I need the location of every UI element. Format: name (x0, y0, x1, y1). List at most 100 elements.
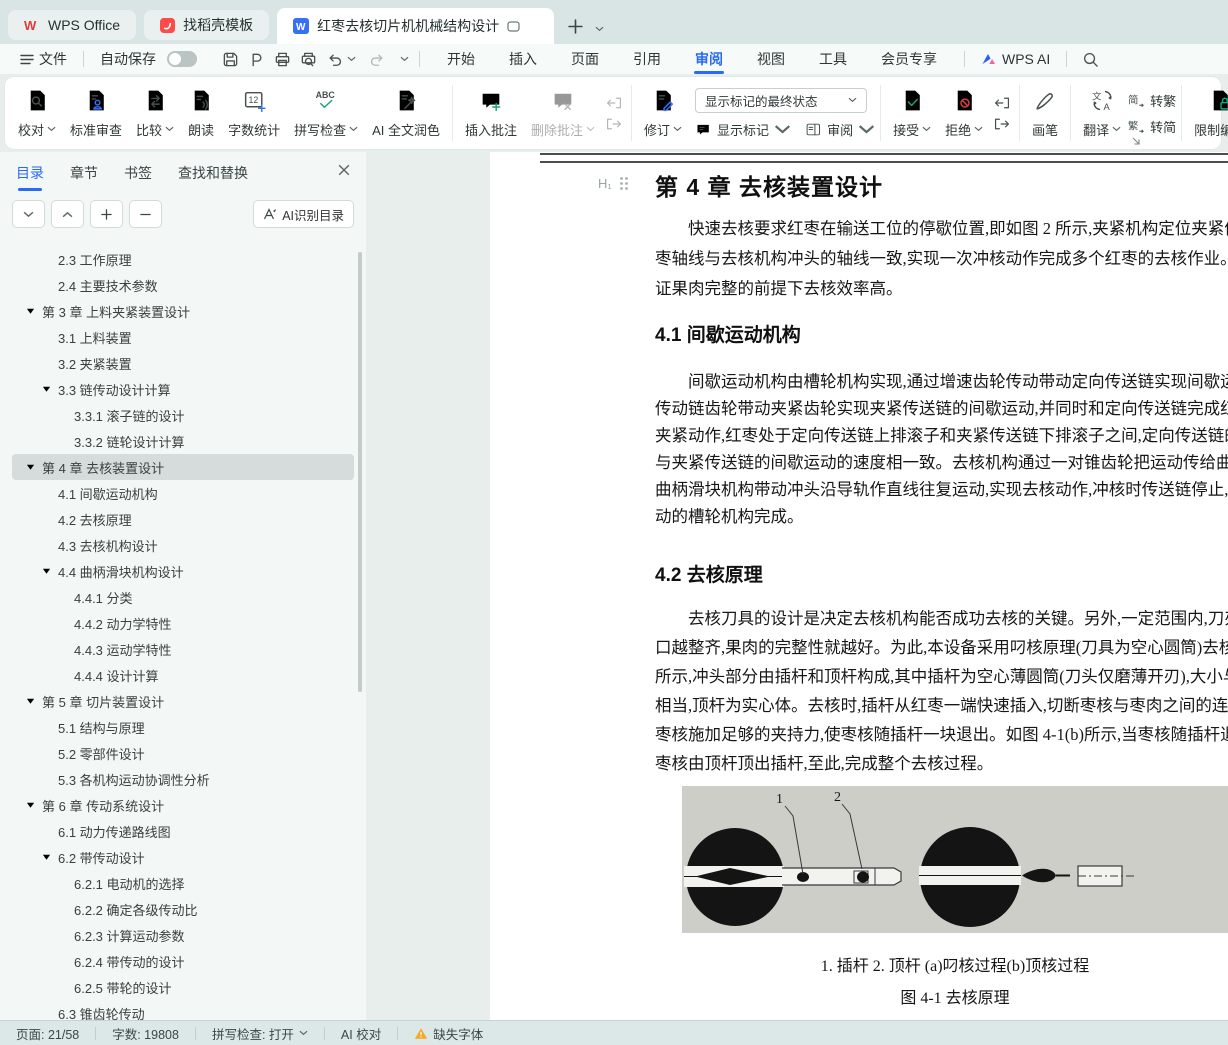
autosave-toggle[interactable] (167, 51, 197, 67)
quickbar-more-icon[interactable] (400, 56, 409, 62)
accept-change-button[interactable]: 接受 (886, 81, 938, 145)
sidebar-scrollbar[interactable] (358, 252, 362, 692)
sidebar-tab-find-replace[interactable]: 查找和替换 (178, 159, 248, 187)
track-changes-button[interactable]: 修订 (637, 81, 689, 145)
show-markup-button[interactable]: 显示标记 (695, 120, 791, 139)
collapse-arrow-icon[interactable] (26, 307, 35, 315)
reject-change-button[interactable]: 拒绝 (938, 81, 990, 145)
to-simplified-button[interactable]: 繁 转简 (1128, 117, 1176, 136)
spellcheck-indicator[interactable]: 拼写检查: 打开 (210, 1024, 310, 1043)
toc-item[interactable]: 6.1 动力传递路线图 (12, 818, 354, 844)
tab-home[interactable]: 开始 (430, 44, 492, 74)
toc-item[interactable]: 4.4.3 运动学特性 (12, 636, 354, 662)
undo-button[interactable] (321, 47, 347, 71)
tab-membership[interactable]: 会员专享 (864, 44, 954, 74)
toc-item[interactable]: 6.2.5 带轮的设计 (12, 974, 354, 1000)
toc-item[interactable]: 6.2 带传动设计 (12, 844, 354, 870)
drag-handle-icon[interactable] (619, 176, 629, 191)
toc-item-selected[interactable]: 第 4 章 去核装置设计 (12, 454, 354, 480)
toc-item[interactable]: 3.1 上料装置 (12, 324, 354, 350)
file-menu[interactable]: 文件 (14, 49, 73, 69)
tab-close-icon[interactable] (528, 21, 538, 31)
word-count-button[interactable]: 12 字数统计 (221, 81, 287, 145)
print-preview-button[interactable] (295, 47, 321, 71)
ink-pen-button[interactable]: 画笔 (1025, 81, 1065, 145)
compare-button[interactable]: 比较 (129, 81, 181, 145)
toc-item[interactable]: 6.2.4 带传动的设计 (12, 948, 354, 974)
toc-item[interactable]: 第 6 章 传动系统设计 (12, 792, 354, 818)
ribbon-expand-icon[interactable] (1131, 136, 1141, 146)
ai-recognize-toc-button[interactable]: AI识别目录 (253, 200, 354, 228)
sidebar-tab-bookmarks[interactable]: 书签 (124, 159, 152, 187)
collapse-arrow-icon[interactable] (26, 801, 35, 809)
markup-state-dropdown[interactable]: 显示标记的最终状态 (695, 87, 868, 113)
proofread-button[interactable]: 校对 (11, 81, 63, 145)
toc-item[interactable]: 第 3 章 上料夹紧装置设计 (12, 298, 354, 324)
toc-item[interactable]: 2.4 主要技术参数 (12, 272, 354, 298)
collapse-arrow-icon[interactable] (42, 853, 51, 861)
toc-item[interactable]: 4.4.1 分类 (12, 584, 354, 610)
tab-tools[interactable]: 工具 (802, 44, 864, 74)
autosave-control[interactable]: 自动保存 (94, 49, 203, 69)
toc-item[interactable]: 第 5 章 切片装置设计 (12, 688, 354, 714)
sidebar-tab-sections[interactable]: 章节 (70, 159, 98, 187)
tab-insert[interactable]: 插入 (492, 44, 554, 74)
tab-view[interactable]: 视图 (740, 44, 802, 74)
ai-polish-button[interactable]: AI 全文润色 (365, 81, 447, 145)
insert-comment-button[interactable]: 插入批注 (458, 81, 524, 145)
toc-item[interactable]: 6.2.1 电动机的选择 (12, 870, 354, 896)
tab-reference[interactable]: 引用 (616, 44, 678, 74)
docer-template-tab[interactable]: 找稻壳模板 (144, 10, 270, 40)
toc-expand-all-button[interactable] (12, 200, 45, 228)
collapse-arrow-icon[interactable] (26, 697, 35, 705)
previous-comment-icon[interactable] (606, 97, 622, 109)
review-pane-button[interactable]: 审阅 (805, 120, 875, 139)
ai-proofread-indicator[interactable]: AI 校对 (339, 1024, 383, 1043)
restrict-editing-button[interactable]: 限制编辑 (1187, 81, 1228, 145)
toc-item[interactable]: 4.4 曲柄滑块机构设计 (12, 558, 354, 584)
toc-item[interactable]: 5.2 零部件设计 (12, 740, 354, 766)
toc-item[interactable]: 4.3 去核机构设计 (12, 532, 354, 558)
tab-page[interactable]: 页面 (554, 44, 616, 74)
toc-item[interactable]: 6.2.2 确定各级传动比 (12, 896, 354, 922)
collapse-arrow-icon[interactable] (42, 567, 51, 575)
print-button[interactable] (269, 47, 295, 71)
toc-item[interactable]: 6.3 锥齿轮传动 (12, 1000, 354, 1021)
toc-zoom-out-button[interactable] (129, 200, 162, 228)
wps-ai-button[interactable]: WPS AI (975, 51, 1056, 67)
redo-button[interactable] (364, 47, 390, 71)
delete-comment-button[interactable]: 删除批注 (524, 81, 602, 145)
toc-item[interactable]: 3.2 夹紧装置 (12, 350, 354, 376)
toc-item[interactable]: 3.3.1 滚子链的设计 (12, 402, 354, 428)
to-traditional-button[interactable]: 简 转繁 (1128, 91, 1176, 110)
standard-review-button[interactable]: 标准审查 (63, 81, 129, 145)
read-aloud-button[interactable]: 朗读 (181, 81, 221, 145)
next-comment-icon[interactable] (606, 118, 622, 130)
collapse-arrow-icon[interactable] (26, 463, 35, 471)
missing-font-warning[interactable]: 缺失字体 (412, 1024, 485, 1043)
toc-item[interactable]: 5.3 各机构运动协调性分析 (12, 766, 354, 792)
toc-item[interactable]: 6.2.3 计算运动参数 (12, 922, 354, 948)
document-page[interactable]: H₁ 第 4 章 去核装置设计 快速去核要求红枣在输送工位的停歇位置,即如图 2… (490, 152, 1228, 1020)
page-indicator[interactable]: 页面: 21/58 (14, 1024, 81, 1043)
tab-list-icon[interactable] (595, 26, 604, 32)
new-tab-icon[interactable] (568, 19, 583, 34)
document-tab[interactable]: W 红枣去核切片机机械结构设计 (277, 8, 555, 44)
toc-item[interactable]: 4.2 去核原理 (12, 506, 354, 532)
word-count-indicator[interactable]: 字数: 19808 (110, 1024, 181, 1043)
toc-item[interactable]: 5.1 结构与原理 (12, 714, 354, 740)
toc-collapse-all-button[interactable] (51, 200, 84, 228)
toc-item[interactable]: 2.3 工作原理 (12, 246, 354, 272)
next-change-icon[interactable] (994, 118, 1010, 130)
toc-item[interactable]: 3.3.2 链轮设计计算 (12, 428, 354, 454)
translate-button[interactable]: 文A 翻译 (1076, 81, 1128, 145)
heading-level-badge[interactable]: H₁ (598, 176, 629, 191)
toc-item[interactable]: 4.4.4 设计计算 (12, 662, 354, 688)
wps-office-tab[interactable]: W WPS Office (8, 10, 137, 40)
toc-item[interactable]: 4.1 间歇运动机构 (12, 480, 354, 506)
sidebar-close-icon[interactable] (338, 164, 350, 176)
figure-4-1-image[interactable]: 1 2 (682, 786, 1228, 933)
save-button[interactable] (217, 47, 243, 71)
tab-review[interactable]: 审阅 (678, 44, 740, 74)
undo-history-icon[interactable] (347, 56, 356, 62)
